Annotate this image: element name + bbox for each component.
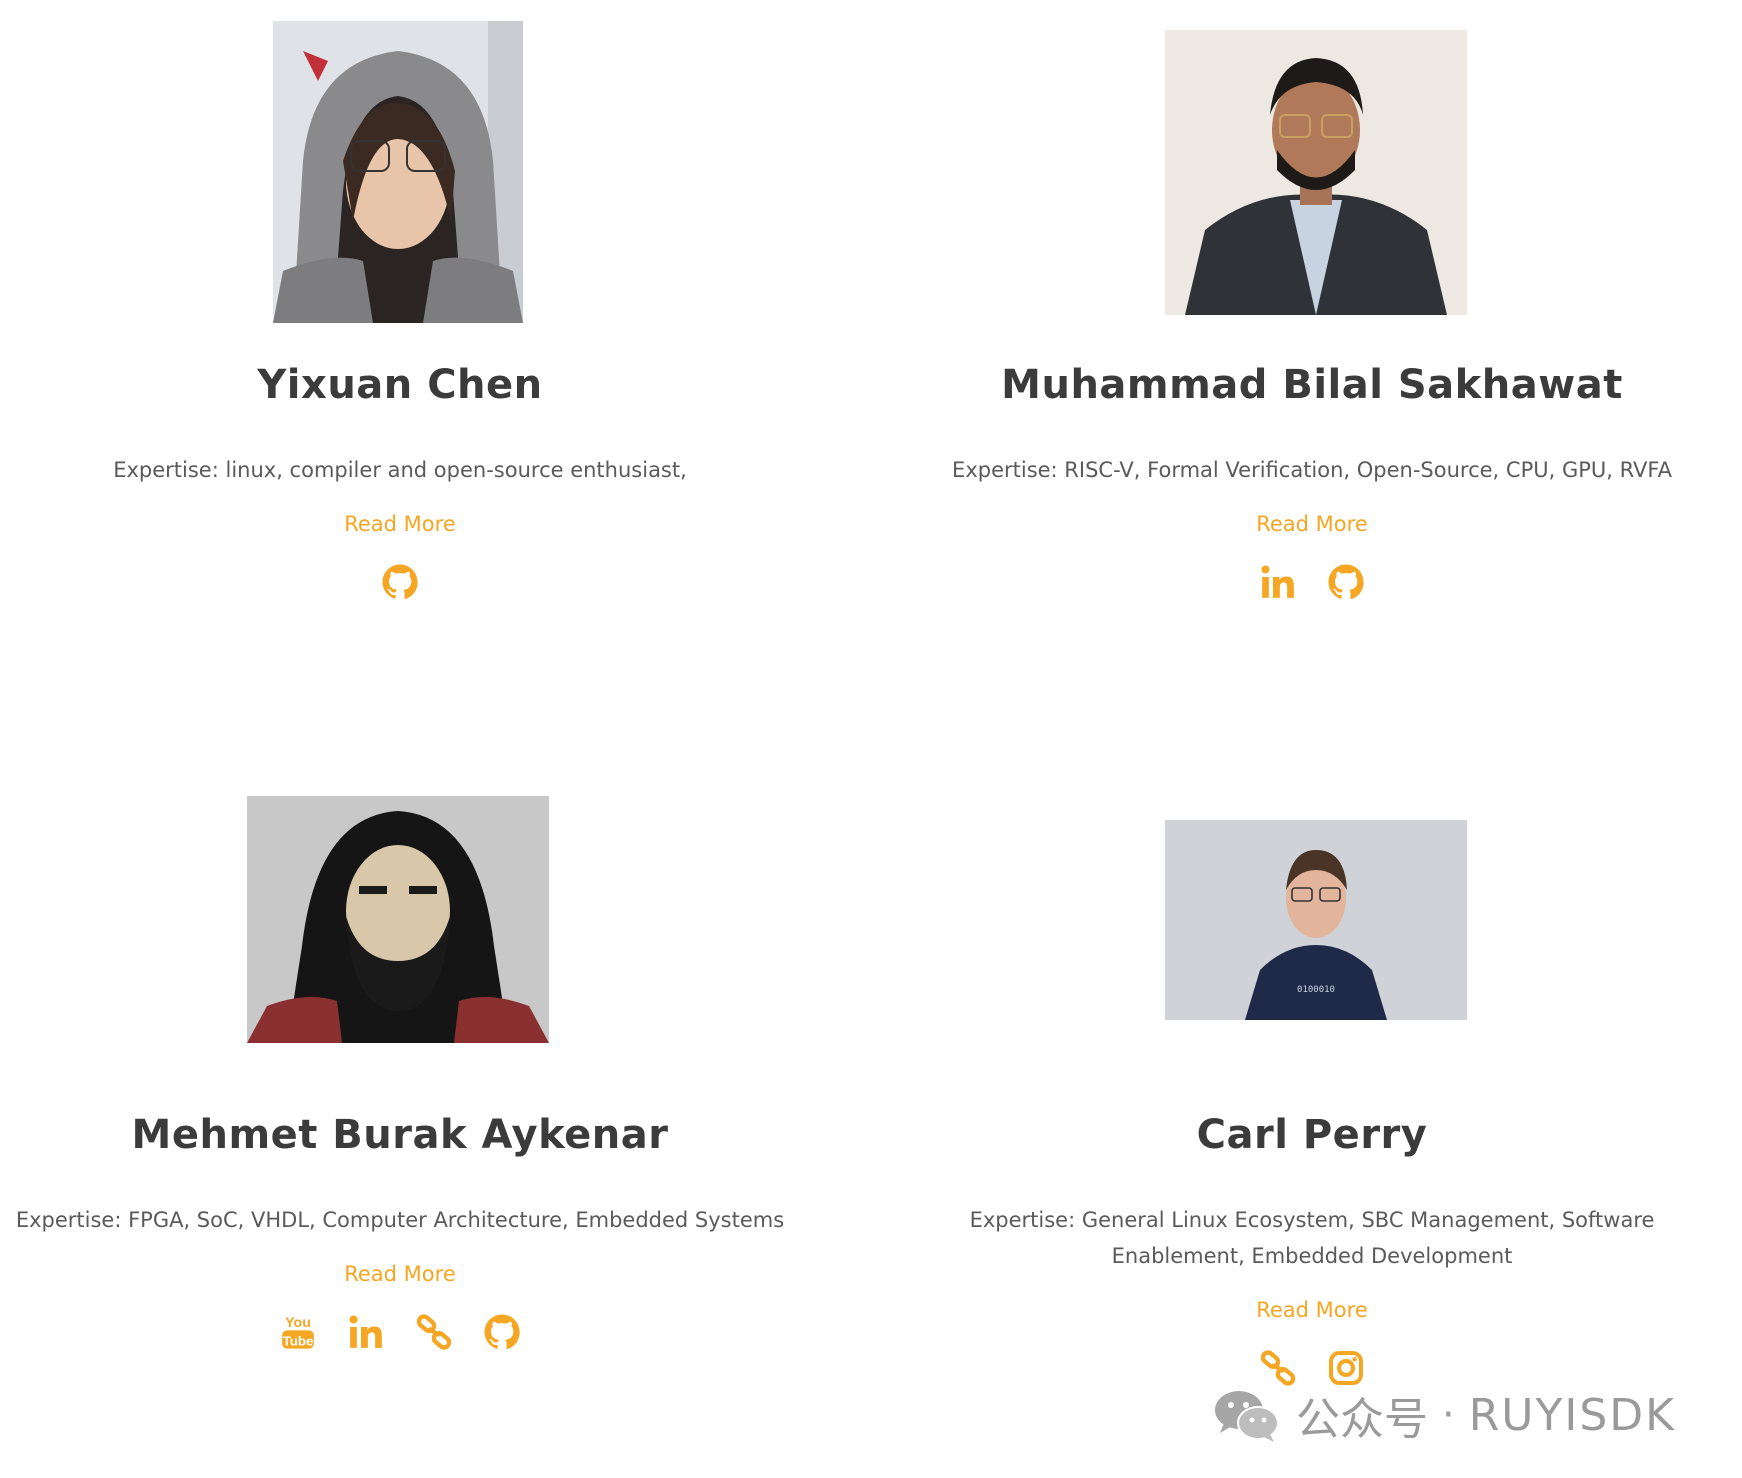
read-more-link[interactable]: Read More <box>0 512 800 536</box>
member-photo <box>247 796 549 1043</box>
link-icon[interactable] <box>414 1312 454 1352</box>
member-name: Yixuan Chen <box>257 362 543 408</box>
member-photo <box>273 21 523 323</box>
wechat-icon <box>1212 1385 1282 1445</box>
github-icon[interactable] <box>380 562 420 602</box>
linkedin-icon[interactable] <box>1258 562 1298 602</box>
read-more-link[interactable]: Read More <box>0 1262 800 1286</box>
member-card-carl-perry: 0100010 Carl Perry Expertise: General Li… <box>912 740 1712 1386</box>
read-more-link[interactable]: Read More <box>912 512 1712 536</box>
member-photo: 0100010 <box>1165 820 1467 1020</box>
svg-text:0100010: 0100010 <box>1297 985 1335 995</box>
github-icon[interactable] <box>482 1312 522 1352</box>
wechat-watermark: 公众号 · RUYISDK <box>1212 1380 1712 1450</box>
watermark-separator: · <box>1442 1392 1455 1438</box>
social-icons <box>912 560 1712 604</box>
github-icon[interactable] <box>1326 562 1366 602</box>
svg-text:You: You <box>285 1315 311 1331</box>
member-expertise: Expertise: General Linux Ecosystem, SBC … <box>969 1208 1655 1268</box>
member-name: Muhammad Bilal Sakhawat <box>1001 362 1623 408</box>
member-card-muhammad-bilal-sakhawat: Muhammad Bilal Sakhawat Expertise: RISC-… <box>912 0 1712 700</box>
member-photo <box>1165 30 1467 315</box>
linkedin-icon[interactable] <box>346 1312 386 1352</box>
member-card-yixuan-chen: Yixuan Chen Expertise: linux, compiler a… <box>0 0 800 700</box>
watermark-account: RUYISDK <box>1468 1389 1677 1441</box>
youtube-icon[interactable]: You Tube <box>278 1312 318 1352</box>
member-name: Carl Perry <box>1196 1112 1428 1158</box>
svg-text:Tube: Tube <box>283 1333 314 1348</box>
watermark-label: 公众号 <box>1296 1394 1428 1445</box>
member-name: Mehmet Burak Aykenar <box>131 1112 669 1158</box>
member-expertise: Expertise: RISC-V, Formal Verification, … <box>952 458 1672 482</box>
read-more-link[interactable]: Read More <box>912 1298 1712 1322</box>
member-expertise: Expertise: linux, compiler and open-sour… <box>113 458 687 482</box>
member-expertise: Expertise: FPGA, SoC, VHDL, Computer Arc… <box>15 1208 785 1232</box>
social-icons <box>0 560 800 604</box>
member-card-mehmet-burak-aykenar: Mehmet Burak Aykenar Expertise: FPGA, So… <box>0 740 800 1380</box>
social-icons: You Tube <box>0 1310 800 1354</box>
